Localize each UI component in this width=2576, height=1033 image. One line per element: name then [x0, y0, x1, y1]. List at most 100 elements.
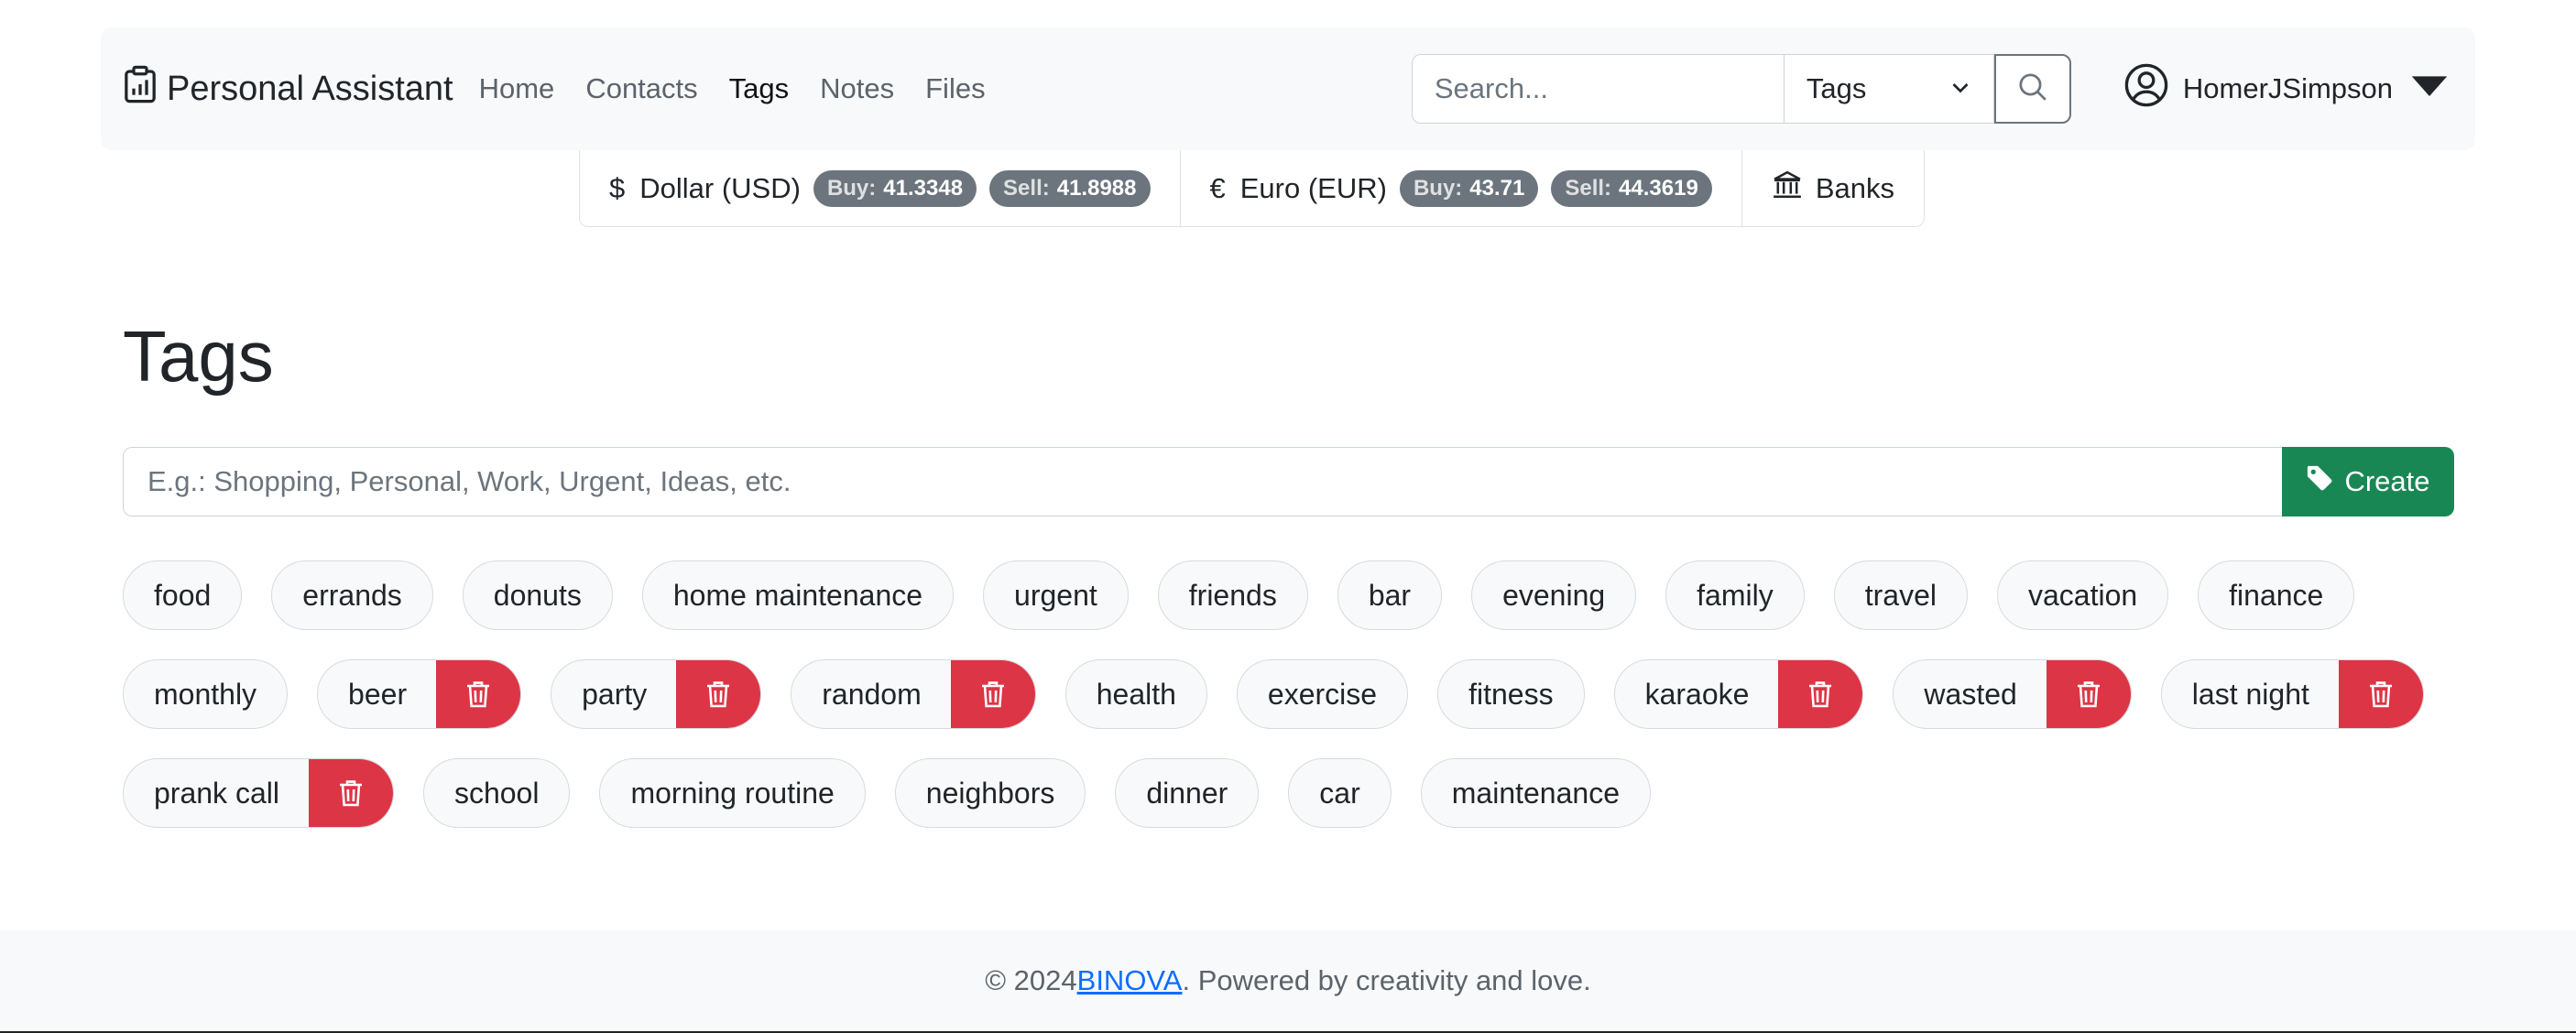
- usd-buy-badge: Buy: 41.3348: [813, 169, 977, 207]
- caret-down-icon: [2407, 63, 2451, 114]
- tag-chip[interactable]: morning routine: [599, 758, 866, 828]
- tag-chip[interactable]: family: [1665, 560, 1805, 630]
- search-scope-select[interactable]: Tags: [1783, 54, 1994, 124]
- trash-icon: [1807, 680, 1833, 709]
- tag-label: wasted: [1924, 677, 2017, 711]
- tag-chip[interactable]: dinner: [1115, 758, 1260, 828]
- tag-chip[interactable]: school: [422, 758, 571, 828]
- footer-brand-link[interactable]: BINOVA: [1077, 964, 1183, 997]
- clipboard-chart-icon: [123, 65, 158, 113]
- delete-tag-button[interactable]: [2046, 660, 2131, 728]
- tag-chip[interactable]: travel: [1833, 560, 1968, 630]
- nav-files[interactable]: Files: [925, 72, 985, 105]
- tag-chip[interactable]: neighbors: [894, 758, 1086, 828]
- tag-label: beer: [348, 677, 408, 711]
- tag-chip[interactable]: evening: [1471, 560, 1637, 630]
- usd-buy-value: 41.3348: [883, 175, 964, 201]
- search-button[interactable]: [1993, 54, 2071, 124]
- tag-label: evening: [1502, 578, 1606, 612]
- tag-chip[interactable]: monthly: [123, 659, 289, 729]
- tag-label: maintenance: [1451, 776, 1620, 810]
- tag-chip[interactable]: food: [123, 560, 243, 630]
- tag-label: neighbors: [925, 776, 1055, 810]
- tag-label: random: [822, 677, 922, 711]
- footer-prefix: © 2024: [985, 964, 1077, 996]
- tag-label: car: [1319, 776, 1360, 810]
- tag-label: family: [1697, 578, 1774, 612]
- brand[interactable]: Personal Assistant: [123, 65, 453, 113]
- nav-notes[interactable]: Notes: [820, 72, 894, 105]
- nav-tags[interactable]: Tags: [729, 72, 789, 105]
- tag-label: home maintenance: [672, 578, 923, 612]
- banks-label: Banks: [1815, 171, 1894, 204]
- nav-home[interactable]: Home: [479, 72, 555, 105]
- currency-eur-name: Euro (EUR): [1239, 171, 1387, 204]
- tag-chip[interactable]: errands: [271, 560, 433, 630]
- tag-label: health: [1096, 677, 1176, 711]
- tag-chip[interactable]: wasted: [1893, 659, 2132, 729]
- tag-chip[interactable]: random: [791, 659, 1036, 729]
- tag-chip[interactable]: fitness: [1437, 659, 1585, 729]
- trash-icon: [338, 778, 364, 808]
- eur-sell-value: 44.3619: [1619, 175, 1698, 201]
- tag-chip[interactable]: car: [1288, 758, 1392, 828]
- tag-label: dinner: [1146, 776, 1228, 810]
- bank-icon: [1772, 169, 1803, 208]
- tag-chip[interactable]: urgent: [983, 560, 1129, 630]
- currency-bar: $ Dollar (USD) Buy: 41.3348 Sell: 41.8988 …: [579, 150, 1925, 227]
- eur-buy-badge: Buy: 43.71: [1399, 169, 1539, 207]
- trash-icon: [2368, 680, 2394, 709]
- create-tag-form: E.g.: Shopping, Personal, Work, Urgent, …: [123, 447, 2454, 516]
- banks-link[interactable]: Banks: [1742, 150, 1924, 226]
- tag-label: urgent: [1014, 578, 1097, 612]
- user-menu[interactable]: HomerJSimpson: [2124, 63, 2451, 114]
- nav-contacts[interactable]: Contacts: [585, 72, 697, 105]
- footer: © 2024 BINOVA . Powered by creativity an…: [0, 930, 2576, 1033]
- trash-icon: [465, 680, 491, 709]
- delete-tag-button[interactable]: [1778, 660, 1863, 728]
- currency-usd: $ Dollar (USD) Buy: 41.3348 Sell: 41.8988: [580, 150, 1181, 226]
- delete-tag-button[interactable]: [436, 660, 521, 728]
- tag-chip[interactable]: prank call: [123, 758, 394, 828]
- tag-chip[interactable]: last night: [2160, 659, 2424, 729]
- delete-tag-button[interactable]: [676, 660, 761, 728]
- tag-label: karaoke: [1644, 677, 1750, 711]
- tag-label: last night: [2191, 677, 2309, 711]
- search-input[interactable]: Search...: [1411, 54, 1784, 124]
- tag-label: monthly: [154, 677, 257, 711]
- tag-chip[interactable]: beer: [317, 659, 522, 729]
- dollar-icon: $: [609, 171, 626, 204]
- eur-sell-label: Sell:: [1565, 175, 1612, 201]
- tag-name-input[interactable]: E.g.: Shopping, Personal, Work, Urgent, …: [123, 447, 2282, 516]
- tag-label: donuts: [493, 578, 582, 612]
- navbar: Personal Assistant Home Contacts Tags No…: [101, 27, 2475, 150]
- tag-chip[interactable]: bar: [1337, 560, 1443, 630]
- create-button[interactable]: Create: [2282, 447, 2454, 516]
- tag-chip[interactable]: home maintenance: [641, 560, 955, 630]
- chevron-down-icon: [1949, 72, 1971, 105]
- tag-chip[interactable]: karaoke: [1613, 659, 1864, 729]
- tag-chip[interactable]: finance: [2198, 560, 2355, 630]
- tag-chip[interactable]: exercise: [1236, 659, 1409, 729]
- currency-usd-name: Dollar (USD): [639, 171, 801, 204]
- trash-icon: [705, 680, 731, 709]
- tag-chip[interactable]: party: [551, 659, 762, 729]
- tag-chip[interactable]: health: [1064, 659, 1207, 729]
- tag-list: food errands donuts home maintenance urgent f…: [123, 560, 2468, 828]
- delete-tag-button[interactable]: [308, 759, 393, 827]
- usd-buy-label: Buy:: [826, 175, 877, 201]
- tag-label: party: [582, 677, 648, 711]
- user-avatar-icon: [2124, 63, 2168, 114]
- tag-chip[interactable]: friends: [1157, 560, 1308, 630]
- currency-eur: € Euro (EUR) Buy: 43.71 Sell: 44.3619: [1181, 150, 1742, 226]
- user-name: HomerJSimpson: [2182, 72, 2393, 104]
- tag-chip[interactable]: vacation: [1996, 560, 2169, 630]
- brand-name: Personal Assistant: [167, 69, 453, 108]
- tag-label: bar: [1368, 578, 1412, 612]
- tag-chip[interactable]: maintenance: [1420, 758, 1651, 828]
- usd-sell-badge: Sell: 41.8988: [989, 169, 1151, 207]
- delete-tag-button[interactable]: [950, 660, 1035, 728]
- delete-tag-button[interactable]: [2338, 660, 2423, 728]
- tag-chip[interactable]: donuts: [462, 560, 613, 630]
- tag-label: vacation: [2027, 578, 2138, 612]
